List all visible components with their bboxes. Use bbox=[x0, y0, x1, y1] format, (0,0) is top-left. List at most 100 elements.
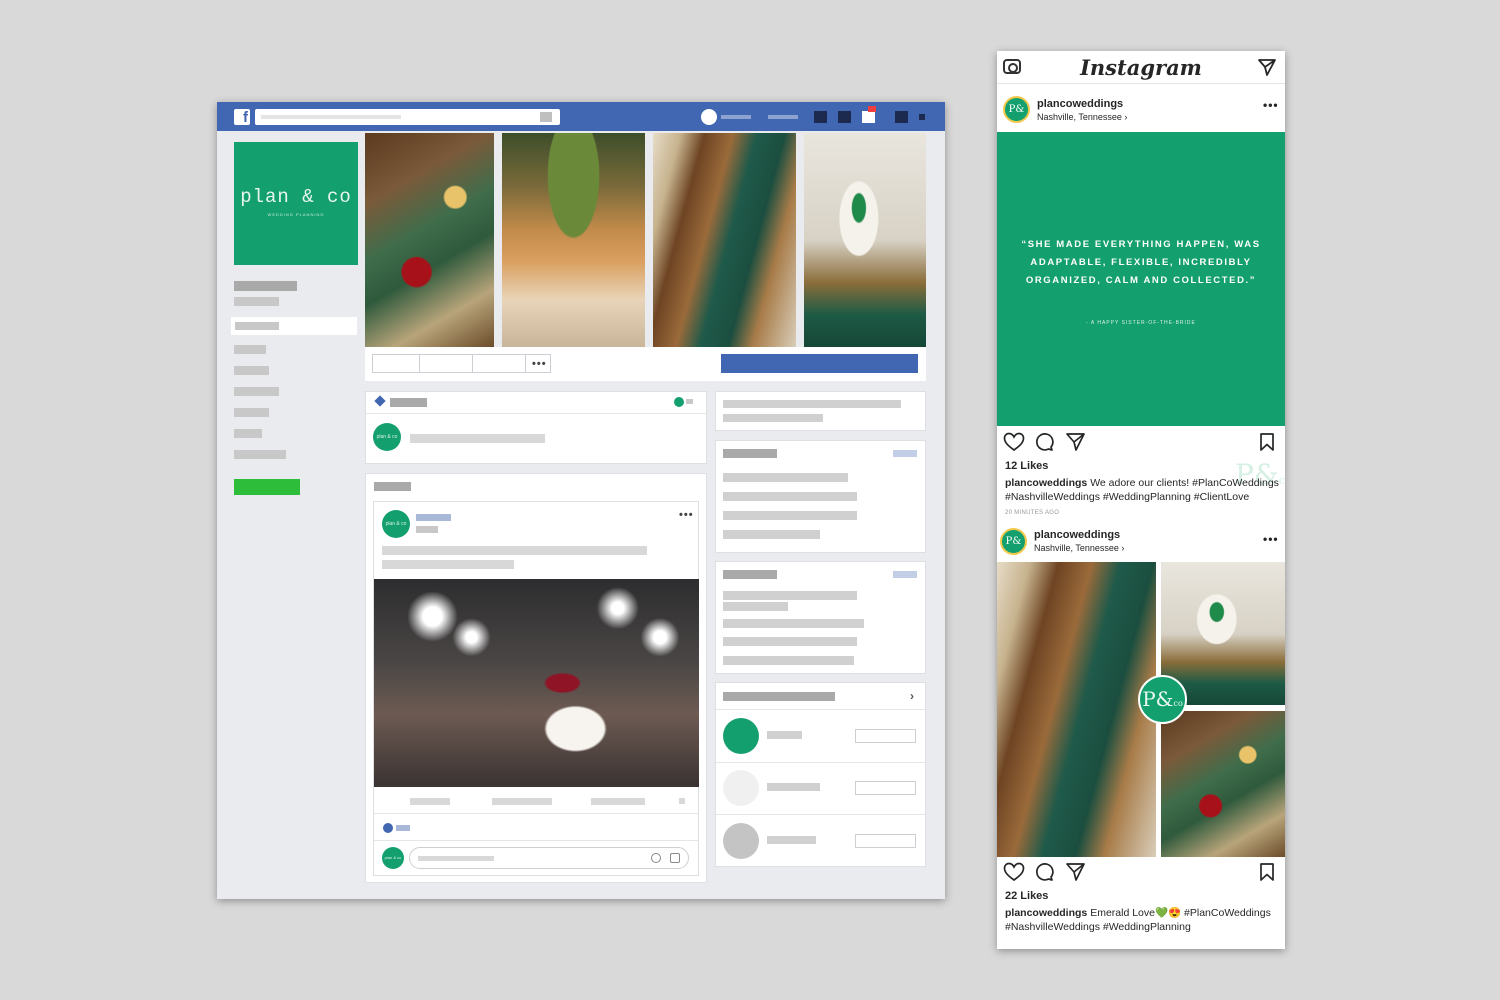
pencil-icon bbox=[374, 395, 386, 407]
status-label bbox=[686, 399, 693, 404]
call-to-action-button[interactable] bbox=[721, 354, 918, 373]
posts-heading bbox=[374, 482, 411, 491]
profile-link[interactable] bbox=[721, 115, 751, 119]
post-text-line bbox=[382, 560, 514, 569]
testimonial-quote: “SHE MADE EVERYTHING HAPPEN, WAS ADAPTAB… bbox=[1021, 239, 1261, 286]
post-username[interactable]: plancoweddings bbox=[1034, 529, 1120, 542]
like-related-page-button[interactable] bbox=[855, 729, 916, 743]
cover-photo-reception-hall[interactable] bbox=[502, 133, 645, 347]
page-name bbox=[234, 281, 297, 291]
comment-icon[interactable] bbox=[1034, 862, 1054, 882]
search-icon[interactable] bbox=[540, 112, 552, 122]
sidebar-item-about[interactable] bbox=[234, 345, 266, 354]
instagram-header: Instagram bbox=[997, 51, 1285, 84]
follow-page-button[interactable] bbox=[419, 354, 473, 373]
share-icon[interactable] bbox=[1065, 862, 1086, 882]
sidebar-item-posts[interactable] bbox=[234, 429, 262, 438]
instagram-feed-mockup: Instagram P& plancoweddings Nashville, T… bbox=[997, 51, 1285, 949]
community-heading bbox=[723, 449, 777, 458]
notification-badge bbox=[868, 106, 876, 112]
post-text-line bbox=[382, 546, 647, 555]
chevron-down-icon[interactable] bbox=[919, 114, 925, 120]
like-related-page-button[interactable] bbox=[855, 781, 916, 795]
see-all-link[interactable] bbox=[893, 571, 917, 578]
community-card bbox=[715, 440, 926, 553]
post-username[interactable]: plancoweddings bbox=[1037, 98, 1123, 111]
like-count[interactable]: 12 Likes bbox=[1005, 460, 1048, 473]
heart-icon[interactable] bbox=[1003, 432, 1025, 452]
cover-photo-geode-cake[interactable] bbox=[804, 133, 926, 347]
monogram-badge: P&co bbox=[1138, 675, 1187, 724]
bookmark-icon[interactable] bbox=[1259, 432, 1275, 452]
profile-avatar[interactable]: P& bbox=[1003, 96, 1030, 123]
thumbs-up-icon bbox=[383, 823, 393, 833]
post-location[interactable]: Nashville, Tennessee › bbox=[1034, 543, 1124, 554]
direct-message-icon[interactable] bbox=[1257, 57, 1277, 77]
sticker-icon[interactable] bbox=[670, 853, 680, 863]
home-link[interactable] bbox=[768, 115, 798, 119]
like-count[interactable]: 22 Likes bbox=[1005, 890, 1048, 903]
post-author-name[interactable] bbox=[416, 514, 451, 521]
search-placeholder bbox=[261, 115, 401, 119]
create-page-button[interactable] bbox=[234, 479, 300, 495]
like-button[interactable] bbox=[410, 798, 450, 805]
share-page-button[interactable] bbox=[472, 354, 526, 373]
post-caption: plancoweddings We adore our clients! #Pl… bbox=[1005, 477, 1279, 503]
sidebar-item-photos[interactable] bbox=[234, 366, 269, 375]
sidebar-item-community[interactable] bbox=[234, 450, 286, 459]
help-icon[interactable] bbox=[895, 111, 908, 123]
facebook-logo-icon[interactable]: f bbox=[234, 109, 250, 125]
post-actions bbox=[997, 428, 1285, 458]
related-page-avatar[interactable] bbox=[723, 770, 759, 806]
comment-button[interactable] bbox=[492, 798, 552, 805]
bookmark-icon[interactable] bbox=[1259, 862, 1275, 882]
quote-attribution: - A HAPPY SISTER-OF-THE-BRIDE bbox=[1086, 320, 1196, 326]
user-avatar[interactable] bbox=[701, 109, 717, 125]
friends-icon[interactable] bbox=[814, 111, 827, 123]
feed-panel: plan & co ••• plan & co bbox=[365, 473, 707, 883]
cover-photo-table-setting[interactable] bbox=[653, 133, 796, 347]
sidebar-item-events[interactable] bbox=[234, 408, 269, 417]
collage-photo-centerpiece bbox=[1161, 711, 1285, 857]
profile-picture[interactable]: plan & co WEDDING PLANNING bbox=[234, 142, 358, 265]
see-all-link[interactable] bbox=[893, 450, 917, 457]
post-photo-sparkler-exit[interactable] bbox=[374, 579, 699, 787]
related-page-avatar[interactable] bbox=[723, 823, 759, 859]
more-dots-icon[interactable]: ••• bbox=[1263, 99, 1279, 111]
more-dots-icon: ••• bbox=[532, 358, 547, 370]
heart-icon[interactable] bbox=[1003, 862, 1025, 882]
about-heading bbox=[723, 570, 777, 579]
chevron-right-icon[interactable]: › bbox=[910, 689, 914, 703]
quote-image[interactable]: “SHE MADE EVERYTHING HAPPEN, WAS ADAPTAB… bbox=[997, 132, 1285, 490]
messages-icon[interactable] bbox=[838, 111, 851, 123]
notifications-icon[interactable] bbox=[862, 111, 875, 123]
comment-icon[interactable] bbox=[1034, 432, 1054, 452]
like-related-page-button[interactable] bbox=[855, 834, 916, 848]
sidebar-item-home[interactable] bbox=[231, 317, 357, 335]
collage-photo-table-setting bbox=[997, 562, 1156, 857]
write-post-input[interactable] bbox=[410, 434, 545, 443]
commenter-avatar: plan & co bbox=[382, 847, 404, 869]
search-input[interactable] bbox=[255, 109, 560, 125]
chevron-down-icon[interactable] bbox=[679, 798, 685, 804]
brand-wordmark: plan & co bbox=[240, 186, 352, 208]
brand-tagline: WEDDING PLANNING bbox=[267, 212, 325, 217]
profile-avatar[interactable]: P& bbox=[1000, 528, 1027, 555]
more-dots-icon[interactable]: ••• bbox=[679, 510, 694, 521]
like-page-button[interactable] bbox=[372, 354, 420, 373]
related-page-avatar[interactable] bbox=[723, 718, 759, 754]
share-button[interactable] bbox=[591, 798, 645, 805]
feed-post: plan & co ••• plan & co bbox=[373, 501, 699, 876]
emoji-icon[interactable] bbox=[651, 853, 661, 863]
cover-photo-centerpiece[interactable] bbox=[365, 133, 494, 347]
more-options-button[interactable]: ••• bbox=[525, 354, 551, 373]
more-dots-icon[interactable]: ••• bbox=[1263, 533, 1279, 545]
page-handle bbox=[234, 297, 279, 306]
post-author-avatar[interactable]: plan & co bbox=[382, 510, 410, 538]
sidebar-item-reviews[interactable] bbox=[234, 387, 279, 396]
share-icon[interactable] bbox=[1065, 432, 1086, 452]
post-caption: plancoweddings Emerald Love💚😍 #PlanCoWed… bbox=[1005, 907, 1271, 933]
post-location[interactable]: Nashville, Tennessee › bbox=[1037, 112, 1127, 123]
comment-input[interactable] bbox=[409, 847, 689, 869]
facebook-page-mockup: f plan & co WEDDING PLANNING ••• plan & … bbox=[217, 102, 945, 899]
